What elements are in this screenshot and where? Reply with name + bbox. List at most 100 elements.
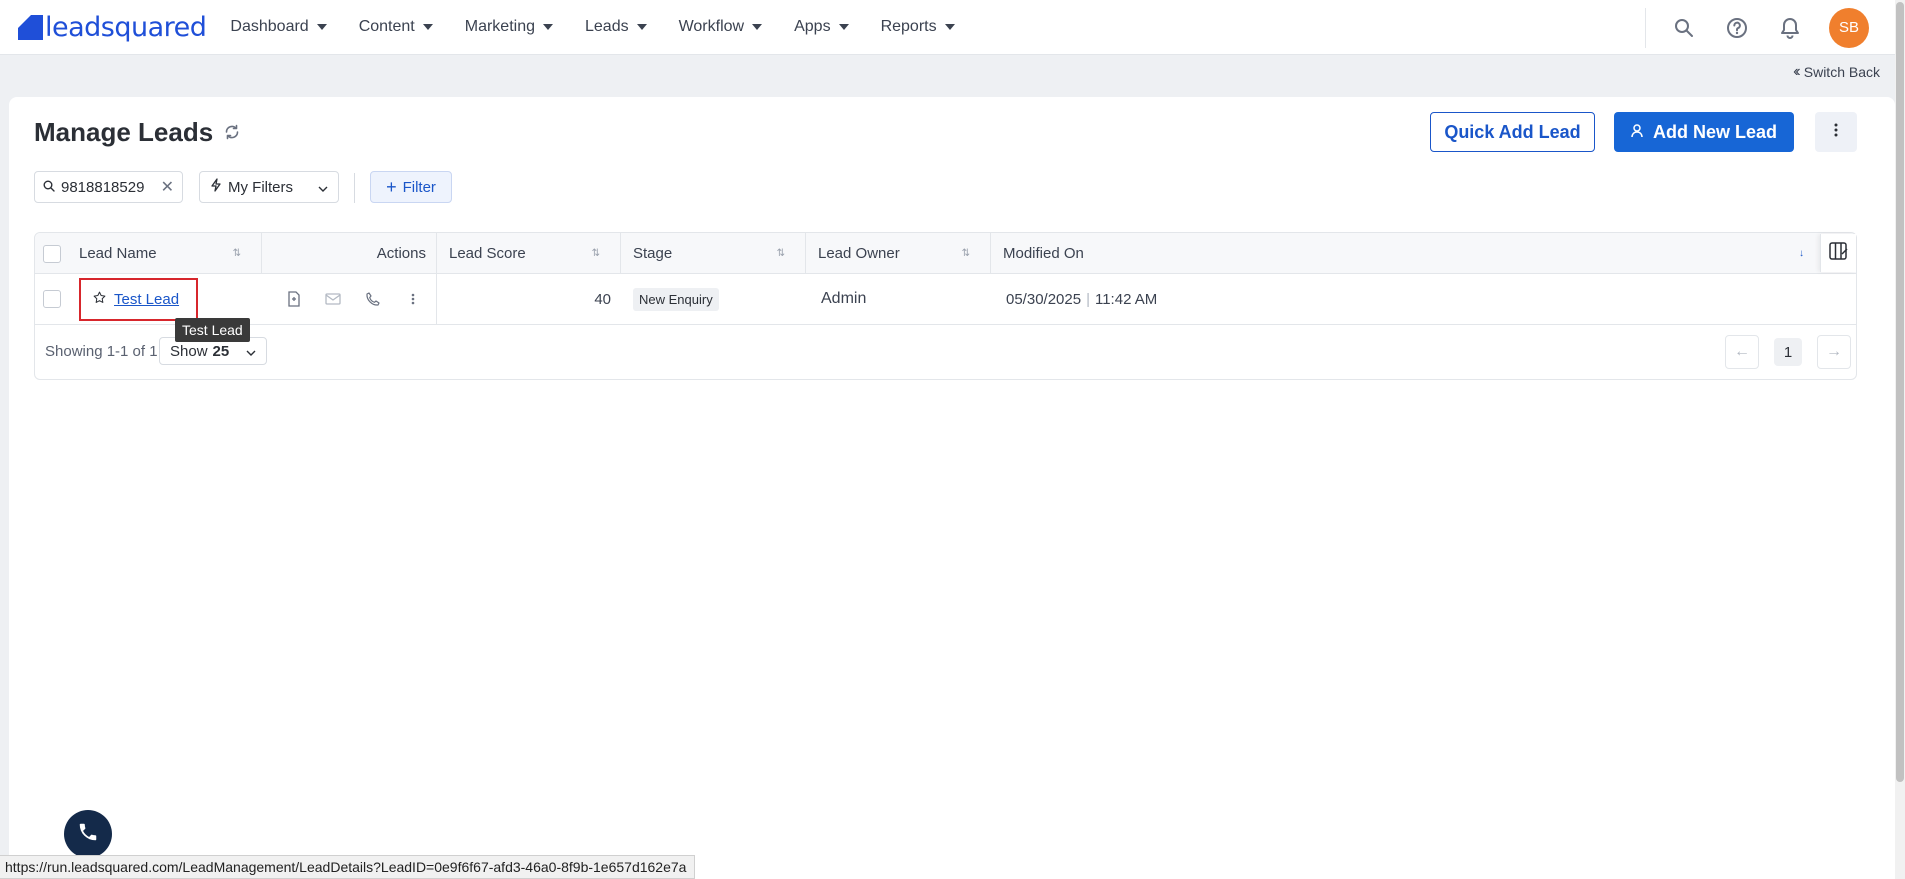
filter-divider [354,173,355,203]
add-activity-icon[interactable] [282,287,306,311]
page-title: Manage Leads [34,117,214,147]
lead-score-cell: 40 [594,290,611,308]
top-navigation: leadsquared Dashboard Content Marketing … [0,0,1895,55]
nav-item-apps[interactable]: Apps [794,18,849,36]
column-header-label: Lead Owner [818,245,900,262]
vertical-scrollbar[interactable] [1895,0,1905,879]
caret-down-icon [636,24,647,30]
nav-item-label: Dashboard [230,18,309,35]
scrollbar-thumb[interactable] [1896,2,1904,782]
sort-icon[interactable]: ⇅ [962,248,970,259]
double-chevron-left-icon[interactable]: ‹‹ [1793,63,1800,81]
caret-down-icon [422,24,433,30]
phone-dialer-button[interactable] [64,810,112,858]
column-header-label: Lead Name [79,245,157,262]
row-select-cell [35,274,69,324]
modified-date: 05/30/2025 [1006,290,1082,308]
vertical-dots-icon [1834,123,1838,142]
current-page[interactable]: 1 [1774,338,1802,366]
sort-desc-icon[interactable]: ↓ [1799,248,1804,259]
lightning-icon [210,178,222,196]
nav-item-workflow[interactable]: Workflow [679,18,763,36]
phone-icon [77,821,99,848]
nav-item-leads[interactable]: Leads [585,18,647,36]
table-header: Lead Name ⇅ Actions Lead Score ⇅ Stage ⇅… [35,233,1856,274]
email-icon[interactable] [321,287,345,311]
refresh-icon[interactable] [223,117,241,148]
nav-item-label: Marketing [464,18,535,35]
column-header-lead-name[interactable]: Lead Name ⇅ [69,233,262,274]
sort-icon[interactable]: ⇅ [592,248,600,259]
row-checkbox[interactable] [43,290,61,308]
close-icon[interactable]: ✕ [161,177,174,197]
nav-menu: Dashboard Content Marketing Leads Workfl… [230,18,986,36]
chevron-down-icon [246,343,256,360]
table-row[interactable]: Test Lead 40 New Enquiry Admin 05/30/202… [35,274,1856,325]
lead-name-link[interactable]: Test Lead [114,291,179,308]
column-header-label: Modified On [1003,245,1084,262]
lead-name-tooltip: Test Lead [175,318,250,342]
caret-down-icon [838,24,849,30]
nav-utilities: SB [1645,0,1895,55]
nav-item-dashboard[interactable]: Dashboard [230,18,327,36]
lead-name-cell: Test Lead [79,278,198,321]
caret-down-icon [944,24,955,30]
more-options-button[interactable] [1815,112,1857,152]
next-page-button[interactable]: → [1817,335,1851,369]
bell-icon[interactable] [1776,14,1804,42]
page-title-row: Manage Leads [34,117,241,148]
select-all-checkbox[interactable] [43,244,61,263]
arrow-left-icon: ← [1734,343,1750,360]
sort-icon[interactable]: ⇅ [777,248,785,259]
nav-item-label: Apps [794,18,831,35]
nav-item-content[interactable]: Content [359,18,433,36]
avatar[interactable]: SB [1829,7,1869,48]
phone-icon[interactable] [361,287,385,311]
my-filters-dropdown[interactable]: My Filters [199,171,339,203]
column-settings-button[interactable] [1820,234,1856,272]
column-header-label: Lead Score [449,245,526,262]
caret-down-icon [543,24,553,30]
lead-owner-cell: Admin [821,290,867,307]
column-header-actions: Actions [262,233,437,274]
logo-mark [18,14,43,40]
column-header-lead-owner[interactable]: Lead Owner ⇅ [806,233,991,274]
nav-divider [1645,7,1646,48]
add-new-lead-label: Add New Lead [1652,121,1777,142]
nav-item-marketing[interactable]: Marketing [465,18,553,36]
column-header-modified-on[interactable]: Modified On ↓ [991,233,1820,274]
nav-item-label: Workflow [678,18,745,35]
show-label: Show [170,342,208,360]
quick-add-lead-button[interactable]: Quick Add Lead [1430,112,1595,152]
stage-cell: New Enquiry [621,274,806,324]
main-card: Manage Leads Quick Add Lead Add New Lead… [9,97,1895,879]
nav-item-label: Reports [880,18,937,35]
column-header-lead-score[interactable]: Lead Score ⇅ [437,233,621,274]
chevron-down-icon [318,179,328,196]
leads-table: Lead Name ⇅ Actions Lead Score ⇅ Stage ⇅… [34,232,1857,380]
search-input[interactable]: 9818818529 ✕ [34,171,183,203]
caret-down-icon [752,24,763,30]
help-icon[interactable] [1723,14,1751,42]
search-icon[interactable] [1670,14,1698,42]
stage-badge: New Enquiry [633,287,719,311]
sort-icon[interactable]: ⇅ [233,248,241,259]
plus-icon: + [386,176,397,197]
page-size-value: 25 [212,342,230,360]
logo[interactable]: leadsquared [18,0,207,55]
column-header-stage[interactable]: Stage ⇅ [621,233,806,274]
prev-page-button[interactable]: ← [1725,335,1759,369]
nav-item-reports[interactable]: Reports [881,18,955,36]
switch-back-bar: ‹‹ Switch Back [0,56,1895,88]
switch-back-link[interactable]: Switch Back [1804,64,1880,80]
modified-on-cell: 05/30/2025 | 11:42 AM [991,274,1591,324]
add-new-lead-button[interactable]: Add New Lead [1614,112,1794,152]
pagination-row: Showing 1-1 of 1 Show 25 ← 1 → [35,325,1856,380]
search-value: 9818818529 [61,178,145,196]
date-time-separator: | [1086,290,1090,308]
column-header-label: Stage [633,245,673,262]
status-bar-url: https://run.leadsquared.com/LeadManageme… [0,855,696,879]
add-filter-button[interactable]: + Filter [370,171,452,203]
vertical-dots-icon[interactable] [401,287,425,311]
star-icon[interactable] [93,291,106,309]
